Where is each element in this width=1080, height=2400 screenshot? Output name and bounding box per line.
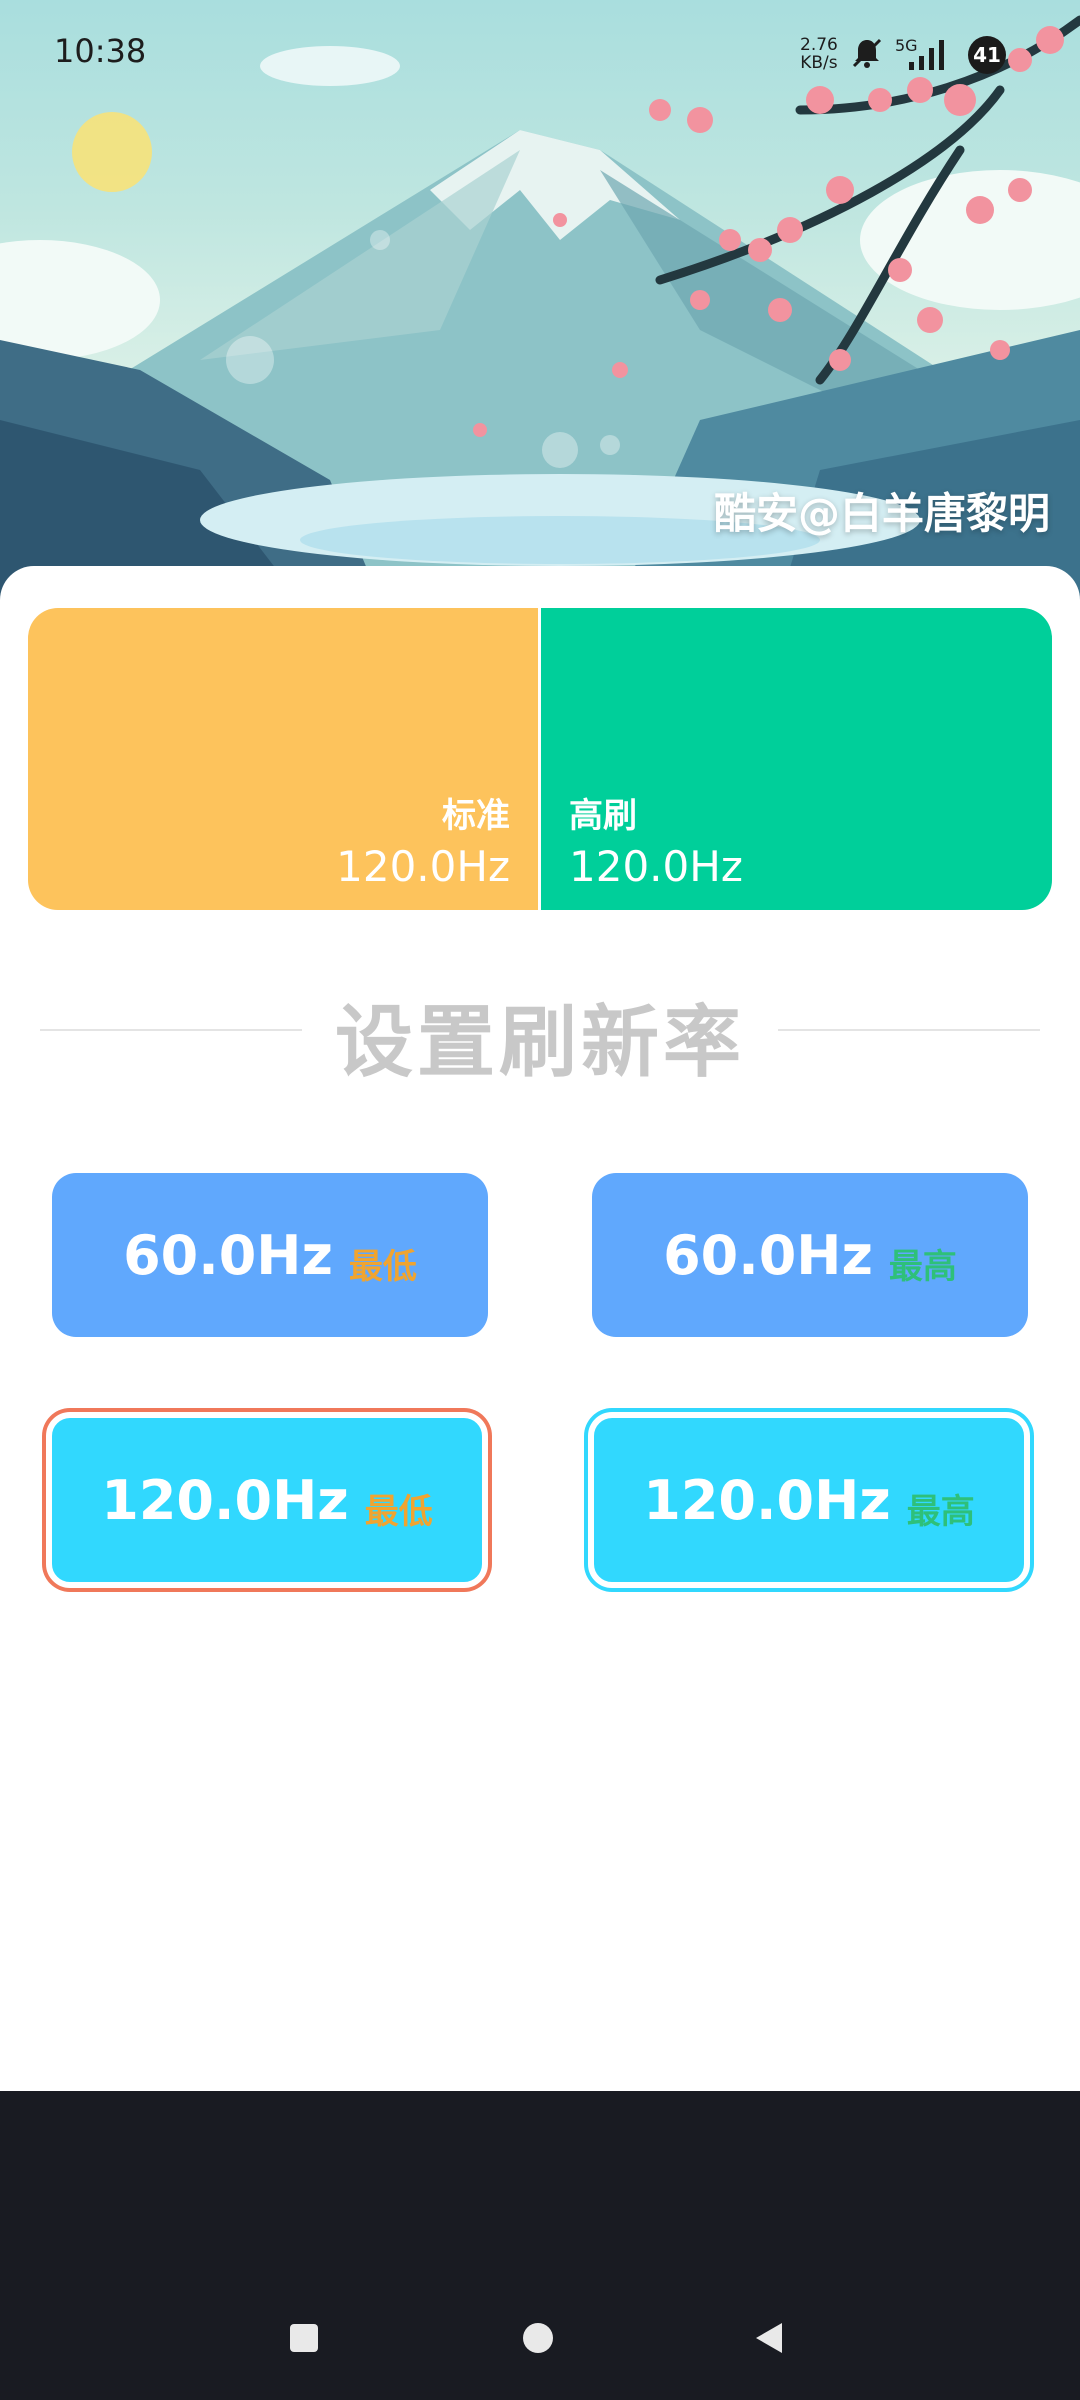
battery-icon: 41 [968,36,1006,74]
section-header: 设置刷新率 [40,980,1040,1088]
mute-bell-icon [852,38,882,68]
system-navigation-bar [0,2091,1080,2400]
refresh-summary-card: 标准 120.0Hz 高刷 120.0Hz [28,608,1052,910]
set-120hz-min-button[interactable]: 120.0Hz 最低 [46,1412,488,1588]
standard-value: 120.0Hz [336,842,510,891]
high-refresh-value: 120.0Hz [569,842,743,891]
clock: 10:38 [54,32,147,70]
section-title: 设置刷新率 [334,998,745,1088]
button-hz-label: 120.0Hz [643,1468,891,1532]
button-tag-max: 最高 [906,1491,975,1532]
home-circle-icon[interactable] [523,2323,553,2353]
watermark-text: 酷安@白羊唐黎明 [713,489,1050,538]
set-120hz-max-button[interactable]: 120.0Hz 最高 [588,1412,1030,1588]
button-tag-min: 最低 [364,1491,433,1532]
high-refresh-panel: 高刷 120.0Hz [538,608,1052,910]
button-tag-min: 最低 [348,1246,417,1287]
button-hz-label: 60.0Hz [123,1223,333,1287]
back-triangle-icon[interactable] [756,2323,782,2353]
high-refresh-label: 高刷 [569,796,637,836]
button-hz-label: 60.0Hz [663,1223,873,1287]
status-bar: 10:38 2.76 KB/s 5G 41 [0,0,1080,110]
button-hz-label: 120.0Hz [101,1468,349,1532]
set-60hz-max-button[interactable]: 60.0Hz 最高 [592,1173,1028,1337]
standard-panel: 标准 120.0Hz [28,608,538,910]
signal-icon: 5G [895,36,951,72]
divider-right [778,1029,1040,1031]
standard-label: 标准 [442,796,510,836]
net-speed: 2.76 KB/s [800,36,838,72]
net-speed-unit: KB/s [800,53,838,73]
net-speed-value: 2.76 [800,35,838,55]
button-tag-max: 最高 [888,1246,957,1287]
recents-square-icon[interactable] [290,2324,318,2352]
set-60hz-min-button[interactable]: 60.0Hz 最低 [52,1173,488,1337]
